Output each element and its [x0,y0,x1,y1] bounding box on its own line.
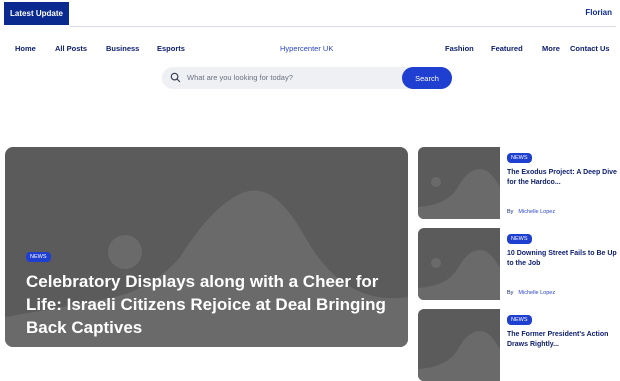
hero-title[interactable]: Celebratory Displays along with a Cheer … [26,270,396,339]
search-button[interactable]: Search [402,67,452,89]
author-link[interactable]: Michelle Lopez [518,209,555,215]
category-badge[interactable]: NEWS [507,234,532,244]
nav-all-posts[interactable]: All Posts [55,44,87,53]
article-title[interactable]: The Exodus Project: A Deep Dive for the … [507,168,617,187]
search-input[interactable]: What are you looking for today? [187,73,293,82]
byline-prefix: By [507,290,514,296]
image-placeholder-icon [418,331,500,381]
top-bar: Latest Update Florian [0,0,620,27]
nav-home[interactable]: Home [15,44,36,53]
nav-contact-us[interactable]: Contact Us [570,44,610,53]
image-placeholder-icon [418,169,500,219]
byline: By Michelle Lopez [507,290,555,296]
search-icon [170,72,181,83]
image-placeholder-icon [418,250,500,300]
side-article-card[interactable]: NEWS 10 Downing Street Fails to Be Up to… [418,228,618,300]
article-thumbnail [418,309,500,381]
article-title[interactable]: The Former President's Action Draws Righ… [507,330,617,349]
header-divider [70,26,616,27]
article-thumbnail [418,228,500,300]
category-badge[interactable]: NEWS [507,315,532,325]
nav-more[interactable]: More [542,44,560,53]
author-link[interactable]: Michelle Lopez [518,290,555,296]
hero-article[interactable]: NEWS Celebratory Displays along with a C… [5,147,408,347]
byline: By Michelle Lopez [507,209,555,215]
nav-fashion[interactable]: Fashion [445,44,474,53]
nav-featured[interactable]: Featured [491,44,523,53]
side-article-card[interactable]: NEWS The Exodus Project: A Deep Dive for… [418,147,618,219]
search-bar: What are you looking for today? Search [162,67,452,89]
hero-category-badge[interactable]: NEWS [26,252,51,262]
category-badge[interactable]: NEWS [507,153,532,163]
nav-esports[interactable]: Esports [157,44,185,53]
byline-prefix: By [507,209,514,215]
user-name[interactable]: Florian [585,8,612,17]
side-article-card[interactable]: NEWS The Former President's Action Draws… [418,309,618,381]
nav-business[interactable]: Business [106,44,139,53]
article-thumbnail [418,147,500,219]
article-title[interactable]: 10 Downing Street Fails to Be Up to the … [507,249,617,268]
latest-update-button[interactable]: Latest Update [4,2,69,25]
site-name-link[interactable]: Hypercenter UK [280,44,333,53]
